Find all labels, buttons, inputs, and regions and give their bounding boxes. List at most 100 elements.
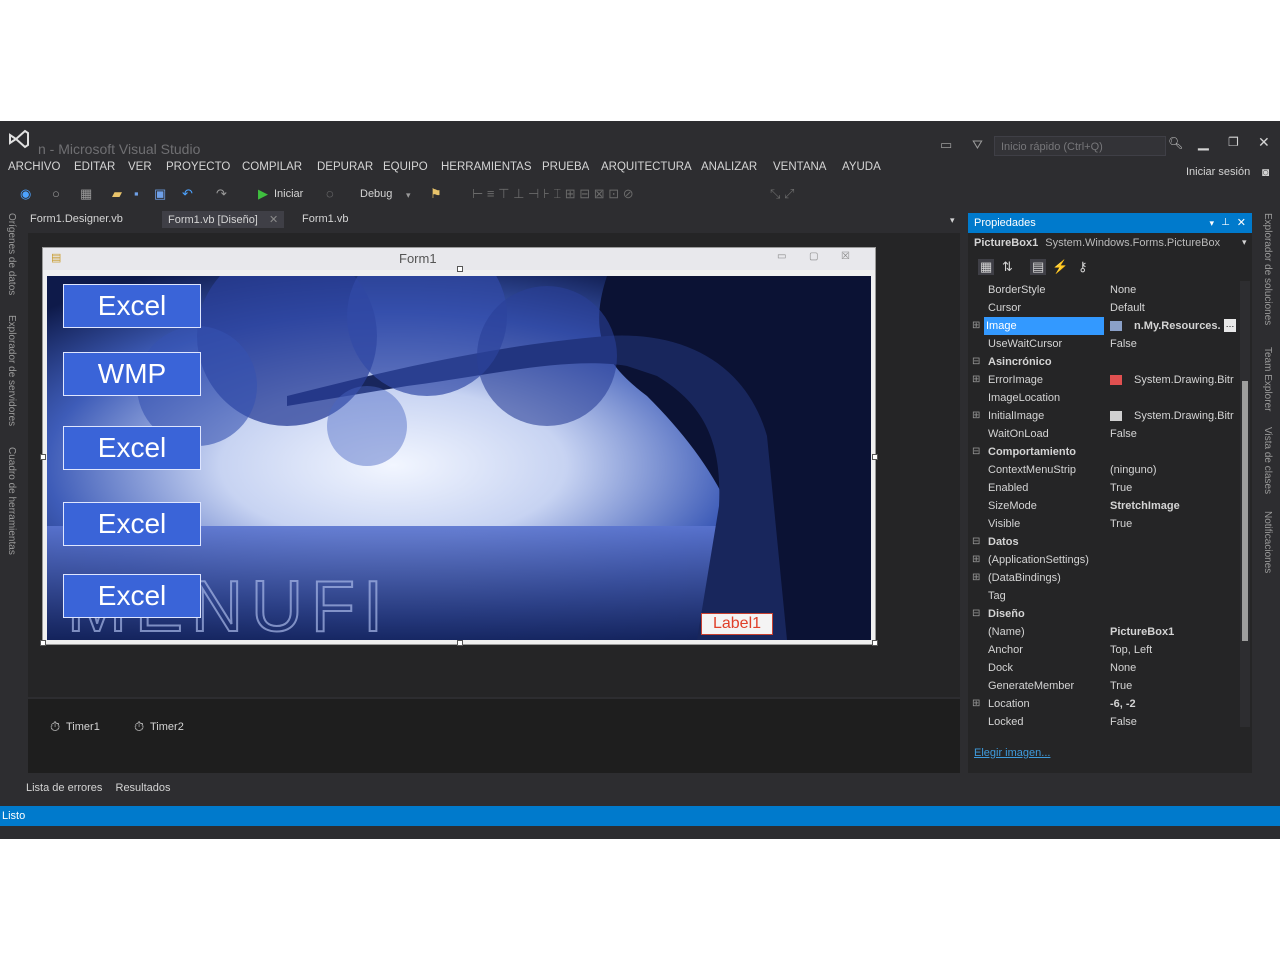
excel-button-4[interactable]: Excel xyxy=(63,574,201,618)
start-button[interactable]: Iniciar xyxy=(274,188,303,200)
resize-handle[interactable] xyxy=(872,454,878,460)
ellipsis-button[interactable]: … xyxy=(1224,319,1236,332)
chevron-down-icon[interactable]: ▾ xyxy=(1242,237,1247,248)
collapse-icon[interactable]: ⊟ xyxy=(972,533,980,551)
property-value[interactable]: System.Drawing.Bitr xyxy=(1134,407,1234,425)
menu-analizar[interactable]: ANALIZAR xyxy=(701,161,757,173)
property-category[interactable]: ⊟ Asincrónico xyxy=(968,353,1236,371)
property-row[interactable]: ⊞ ErrorImage System.Drawing.Bitr xyxy=(968,371,1236,389)
property-value[interactable]: None xyxy=(1110,281,1136,299)
sidebar-explorador-servidores[interactable]: Explorador de servidores xyxy=(6,315,17,426)
expand-icon[interactable]: ⊞ xyxy=(972,569,980,587)
property-value[interactable]: False xyxy=(1110,713,1137,731)
redo-icon[interactable]: ↷ xyxy=(216,186,227,202)
timer1-component[interactable]: Timer1 xyxy=(66,721,100,733)
sidebar-explorador-soluciones[interactable]: Explorador de soluciones xyxy=(1262,213,1273,325)
property-row[interactable]: Tag xyxy=(968,587,1236,605)
excel-button-1[interactable]: Excel xyxy=(63,284,201,328)
expand-icon[interactable]: ⊞ xyxy=(972,371,980,389)
collapse-icon[interactable]: ⊟ xyxy=(972,605,980,623)
property-row[interactable]: Dock None xyxy=(968,659,1236,677)
property-row[interactable]: ⊞ (DataBindings) xyxy=(968,569,1236,587)
restore-icon[interactable]: ❐ xyxy=(1228,135,1239,149)
menu-ver[interactable]: VER xyxy=(128,161,152,173)
save-all-icon[interactable]: ▣ xyxy=(154,186,166,202)
property-value[interactable]: n.My.Resources. xyxy=(1134,317,1221,335)
user-icon[interactable]: ◙ xyxy=(1262,165,1269,179)
expand-icon[interactable]: ⊞ xyxy=(972,317,980,335)
object-selector[interactable]: PictureBox1 System.Windows.Forms.Picture… xyxy=(974,237,1220,249)
property-row[interactable]: Cursor Default xyxy=(968,299,1236,317)
property-value[interactable]: -6, -2 xyxy=(1110,695,1136,713)
tab-form1-design[interactable]: Form1.vb [Diseño] ✕ xyxy=(162,211,285,228)
property-row[interactable]: SizeMode StretchImage xyxy=(968,497,1236,515)
sidebar-notificaciones[interactable]: Notificaciones xyxy=(1262,511,1273,573)
property-value[interactable]: PictureBox1 xyxy=(1110,623,1174,641)
property-value[interactable]: False xyxy=(1110,425,1137,443)
property-row[interactable]: ⊞ InitialImage System.Drawing.Bitr xyxy=(968,407,1236,425)
property-category[interactable]: ⊟ Comportamiento xyxy=(968,443,1236,461)
save-icon[interactable]: ▪ xyxy=(134,186,139,201)
wmp-button[interactable]: WMP xyxy=(63,352,201,396)
expand-icon[interactable]: ⊞ xyxy=(972,695,980,713)
menu-prueba[interactable]: PRUEBA xyxy=(542,161,589,173)
layout-icons[interactable]: ⤡ ⤢ xyxy=(770,186,794,202)
property-value[interactable]: False xyxy=(1110,335,1137,353)
sidebar-origenes-de-datos[interactable]: Orígenes de datos xyxy=(6,213,17,295)
forward-icon[interactable]: ○ xyxy=(52,186,60,201)
resize-handle[interactable] xyxy=(40,454,46,460)
chevron-down-icon[interactable]: ▾ xyxy=(406,190,411,201)
choose-image-link[interactable]: Elegir imagen... xyxy=(974,747,1050,759)
property-category[interactable]: ⊟ Diseño xyxy=(968,605,1236,623)
property-row[interactable]: ⊞ Location -6, -2 xyxy=(968,695,1236,713)
menu-ventana[interactable]: VENTANA xyxy=(773,161,826,173)
search-icon[interactable]: 🔍︎ xyxy=(1168,136,1183,150)
expand-icon[interactable]: ⊞ xyxy=(972,551,980,569)
close-icon[interactable]: ✕ xyxy=(1237,213,1246,233)
scrollbar-thumb[interactable] xyxy=(1242,381,1248,641)
property-value[interactable]: (ninguno) xyxy=(1110,461,1156,479)
minimize-icon[interactable]: ▁ xyxy=(1198,134,1209,151)
menu-ayuda[interactable]: AYUDA xyxy=(842,161,881,173)
menu-proyecto[interactable]: PROYECTO xyxy=(166,161,230,173)
sign-in-link[interactable]: Iniciar sesión xyxy=(1186,166,1250,178)
close-icon[interactable]: ✕ xyxy=(1258,134,1270,151)
property-row[interactable]: GenerateMember True xyxy=(968,677,1236,695)
tab-dropdown-icon[interactable]: ▾ xyxy=(950,215,955,226)
form1-window[interactable]: ▤ Form1 ▭ ▢ ☒ MENUFI Excel WMP Excel Exc… xyxy=(40,247,878,646)
sidebar-vista-de-clases[interactable]: Vista de clases xyxy=(1262,427,1273,494)
property-value[interactable]: Top, Left xyxy=(1110,641,1152,659)
resize-handle[interactable] xyxy=(40,640,46,646)
property-category[interactable]: ⊟ Datos xyxy=(968,533,1236,551)
find-icon[interactable]: ⚑ xyxy=(430,186,442,202)
property-row[interactable]: ImageLocation xyxy=(968,389,1236,407)
menu-archivo[interactable]: ARCHIVO xyxy=(8,161,60,173)
resize-handle[interactable] xyxy=(872,640,878,646)
property-row[interactable]: Enabled True xyxy=(968,479,1236,497)
attach-icon[interactable]: ◌ xyxy=(326,186,334,201)
sidebar-cuadro-herramientas[interactable]: Cuadro de herramientas xyxy=(6,447,17,555)
alphabetical-icon[interactable]: ⇅ xyxy=(1002,259,1013,275)
property-value[interactable]: True xyxy=(1110,515,1132,533)
properties-icon[interactable]: ▤ xyxy=(1030,259,1047,275)
property-value[interactable]: True xyxy=(1110,479,1132,497)
label1[interactable]: Label1 xyxy=(701,613,773,635)
expand-icon[interactable]: ⊞ xyxy=(972,407,980,425)
align-icons[interactable]: ⊢ ≡ ⊤ ⊥ ⊣ ⊦ ⌶ ⊞ ⊟ ⊠ ⊡ ⊘ xyxy=(472,186,634,202)
property-value[interactable]: None xyxy=(1110,659,1136,677)
picturebox1[interactable]: MENUFI Excel WMP Excel Excel Excel Label… xyxy=(47,276,871,640)
start-icon[interactable]: ▶ xyxy=(258,186,268,202)
tab-close-icon[interactable]: ✕ xyxy=(269,214,278,226)
property-row[interactable]: Visible True xyxy=(968,515,1236,533)
property-row[interactable]: UseWaitCursor False xyxy=(968,335,1236,353)
categorized-icon[interactable]: ▦ xyxy=(978,259,995,275)
timer2-component[interactable]: Timer2 xyxy=(150,721,184,733)
property-row[interactable]: ContextMenuStrip (ninguno) xyxy=(968,461,1236,479)
resize-handle[interactable] xyxy=(457,640,463,646)
property-row[interactable]: ⊞ Image n.My.Resources.… xyxy=(968,317,1236,335)
property-row[interactable]: BorderStyle None xyxy=(968,281,1236,299)
tab-lista-de-errores[interactable]: Lista de errores xyxy=(26,782,102,794)
excel-button-2[interactable]: Excel xyxy=(63,426,201,470)
menu-editar[interactable]: EDITAR xyxy=(74,161,115,173)
undo-icon[interactable]: ↶ xyxy=(182,186,193,202)
